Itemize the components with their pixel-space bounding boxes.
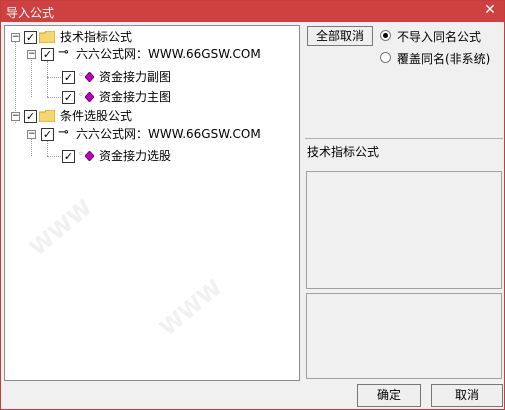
- close-icon[interactable]: ✕: [482, 2, 498, 18]
- options-panel: 全部取消 不导入同名公式 覆盖同名(非系统) 技术指标公式: [305, 25, 503, 381]
- cancel-all-button[interactable]: 全部取消: [307, 26, 373, 46]
- collapse-icon[interactable]: −: [11, 33, 20, 42]
- formula-params-box: [306, 293, 502, 379]
- source-label: 六六公式网：WWW.66GSW.COM: [76, 127, 261, 141]
- link-icon: ◦: [78, 149, 84, 160]
- skip-duplicates-radio[interactable]: [380, 30, 391, 41]
- title-bar: 导入公式 ✕: [1, 1, 504, 22]
- folder-icon: [39, 110, 55, 122]
- overwrite-duplicates-radio[interactable]: [380, 52, 391, 63]
- import-formula-dialog: 导入公式 ✕ − ✓ 技术指标公式 − ✓ ⊸ 六六公式网：WWW.66GSW.…: [0, 0, 505, 410]
- key-icon: ⊸: [58, 45, 69, 60]
- window-title: 导入公式: [6, 6, 55, 20]
- group-label: 条件选股公式: [60, 109, 133, 123]
- formula-diamond-icon: [85, 72, 94, 82]
- tree-node-formula[interactable]: ✓ ◦ 资金接力主图: [5, 89, 295, 105]
- key-icon: ⊸: [58, 125, 69, 140]
- tree-node-group[interactable]: − ✓ 技术指标公式: [5, 29, 295, 45]
- formula-checkbox[interactable]: ✓: [62, 91, 75, 104]
- tree-node-formula[interactable]: ✓ ◦ 资金接力副图: [5, 69, 295, 85]
- link-icon: ◦: [78, 70, 84, 81]
- formula-checkbox[interactable]: ✓: [62, 150, 75, 163]
- group-label: 技术指标公式: [60, 30, 133, 44]
- collapse-icon[interactable]: −: [27, 50, 36, 59]
- watermark: WWW: [155, 275, 228, 342]
- formula-type-label: 技术指标公式: [307, 145, 380, 159]
- source-checkbox[interactable]: ✓: [41, 48, 54, 61]
- tree-node-formula[interactable]: ✓ ◦ 资金接力选股: [5, 148, 295, 164]
- formula-description-box: [306, 171, 502, 289]
- formula-label: 资金接力主图: [99, 90, 172, 104]
- source-checkbox[interactable]: ✓: [41, 128, 54, 141]
- tree-node-group[interactable]: − ✓ 条件选股公式: [5, 108, 295, 124]
- skip-duplicates-label[interactable]: 不导入同名公式: [397, 28, 481, 45]
- source-label: 六六公式网：WWW.66GSW.COM: [76, 47, 261, 61]
- divider: [305, 138, 503, 139]
- formula-diamond-icon: [85, 92, 94, 102]
- overwrite-duplicates-label[interactable]: 覆盖同名(非系统): [397, 50, 490, 67]
- formula-label: 资金接力副图: [99, 70, 172, 84]
- folder-icon: [39, 31, 55, 43]
- collapse-icon[interactable]: −: [27, 130, 36, 139]
- formula-diamond-icon: [85, 151, 94, 161]
- tree-node-source[interactable]: − ✓ ⊸ 六六公式网：WWW.66GSW.COM: [5, 125, 295, 142]
- group-checkbox[interactable]: ✓: [24, 110, 37, 123]
- formula-tree[interactable]: − ✓ 技术指标公式 − ✓ ⊸ 六六公式网：WWW.66GSW.COM ✓ ◦…: [4, 25, 300, 381]
- group-checkbox[interactable]: ✓: [24, 31, 37, 44]
- link-icon: ◦: [78, 90, 84, 101]
- watermark: WWW: [25, 195, 98, 262]
- formula-label: 资金接力选股: [99, 149, 172, 163]
- dialog-buttons: 确定 取消: [1, 381, 504, 409]
- collapse-icon[interactable]: −: [11, 112, 20, 121]
- cancel-button[interactable]: 取消: [431, 384, 503, 407]
- formula-checkbox[interactable]: ✓: [62, 71, 75, 84]
- ok-button[interactable]: 确定: [357, 384, 421, 407]
- tree-node-source[interactable]: − ✓ ⊸ 六六公式网：WWW.66GSW.COM: [5, 45, 295, 62]
